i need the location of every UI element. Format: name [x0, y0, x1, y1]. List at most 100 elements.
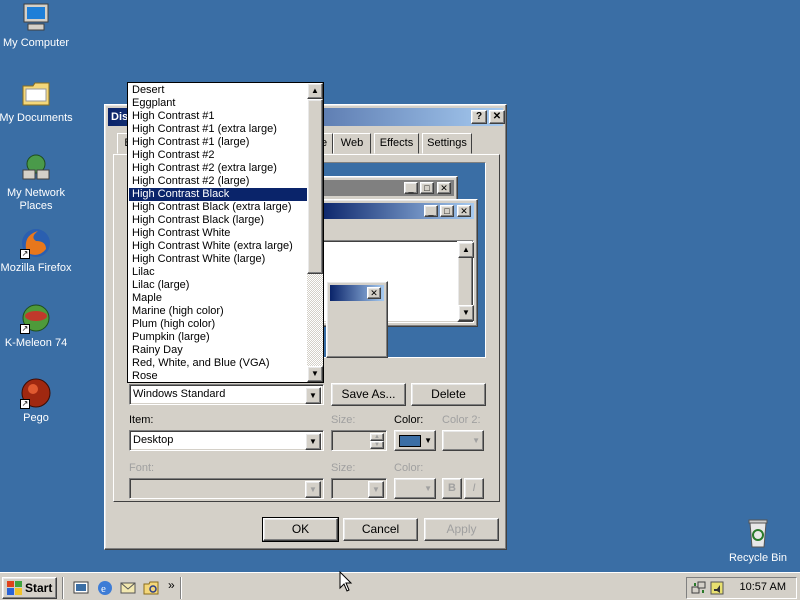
scheme-list-item[interactable]: Lilac: [129, 266, 308, 279]
desktop-icon-label: K-Meleon 74: [4, 337, 68, 349]
scheme-list-item[interactable]: High Contrast #1 (large): [129, 136, 308, 149]
scheme-list-item[interactable]: High Contrast Black (extra large): [129, 201, 308, 214]
scheme-list-item[interactable]: Marine (high color): [129, 305, 308, 318]
scheme-list-item[interactable]: Rose: [129, 370, 308, 382]
scroll-up-icon[interactable]: ▲: [307, 83, 323, 99]
item-size-spinner[interactable]: ▲ ▼: [331, 430, 387, 451]
desktop-icon-pego[interactable]: ↗ Pego: [0, 377, 74, 425]
shortcut-arrow-icon: ↗: [20, 249, 30, 259]
chevron-down-icon: ▼: [424, 436, 432, 445]
scheme-list-item[interactable]: Red, White, and Blue (VGA): [129, 357, 308, 370]
desktop-icon-k-meleon[interactable]: ↗ K-Meleon 74: [0, 302, 74, 350]
item-label: Item:: [129, 414, 154, 426]
font-color-button[interactable]: ▼: [394, 478, 436, 499]
windows-logo-icon: [7, 581, 22, 595]
scroll-up-icon: ▲: [458, 242, 474, 258]
clock[interactable]: 10:57 AM: [740, 581, 786, 593]
scheme-list-item[interactable]: High Contrast #1 (extra large): [129, 123, 308, 136]
scheme-list-item[interactable]: Maple: [129, 292, 308, 305]
delete-button[interactable]: Delete: [411, 383, 486, 406]
desktop-icon-label: Pego: [23, 412, 49, 424]
folder-icon: [20, 77, 52, 109]
color2-picker-button[interactable]: ▼: [442, 430, 484, 451]
desktop-icon-recycle-bin[interactable]: Recycle Bin: [720, 517, 796, 565]
desktop-icon-my-documents[interactable]: My Documents: [0, 77, 74, 125]
help-button[interactable]: ?: [471, 110, 487, 124]
chevron-down-icon[interactable]: ▼: [368, 481, 384, 498]
preview-scrollbar: ▲ ▼: [457, 241, 474, 322]
maximize-icon: □: [440, 205, 454, 217]
svg-text:e: e: [101, 583, 106, 595]
font-label: Font:: [129, 462, 155, 474]
ie-icon[interactable]: e: [96, 579, 114, 597]
mouse-cursor-icon: [339, 571, 353, 592]
color-label: Color:: [394, 414, 424, 426]
apply-button[interactable]: Apply: [424, 518, 499, 541]
scheme-list-item[interactable]: High Contrast Black: [129, 188, 308, 201]
close-button[interactable]: ✕: [489, 110, 505, 124]
desktop-icon-label: Recycle Bin: [728, 552, 788, 564]
item-dropdown[interactable]: Desktop ▼: [129, 430, 324, 451]
pego-icon: ↗: [20, 377, 52, 409]
shortcut-arrow-icon: ↗: [20, 399, 30, 409]
scheme-list-item[interactable]: High Contrast #1: [129, 110, 308, 123]
scheme-list-item[interactable]: High Contrast White (large): [129, 253, 308, 266]
desktop-icon-my-network-places[interactable]: My Network Places: [0, 152, 74, 213]
desktop-icon-label: My Network Places: [6, 187, 66, 212]
taskbar-separator: [180, 577, 182, 599]
scheme-list-item[interactable]: Pumpkin (large): [129, 331, 308, 344]
font-color-label: Color:: [394, 462, 424, 474]
desktop-icon-firefox[interactable]: ↗ Mozilla Firefox: [0, 227, 74, 275]
scheme-dropdown[interactable]: Windows Standard ▼: [129, 384, 324, 405]
scheme-list-item[interactable]: Desert: [129, 84, 308, 97]
chevron-down-icon[interactable]: ▼: [305, 387, 321, 404]
italic-button[interactable]: I: [464, 478, 484, 499]
scheme-list-item[interactable]: High Contrast #2 (large): [129, 175, 308, 188]
scheme-dropdown-list[interactable]: Desert Eggplant High Contrast #1 High Contr…: [127, 82, 324, 383]
system-tray: 10:57 AM: [686, 577, 797, 599]
scroll-down-icon: ▼: [458, 305, 474, 321]
font-size-dropdown[interactable]: ▼: [331, 478, 387, 499]
scheme-list-item[interactable]: High Contrast White: [129, 227, 308, 240]
explorer-icon[interactable]: [142, 579, 160, 597]
chevron-down-icon: ▼: [424, 484, 432, 493]
network-tray-icon[interactable]: [691, 580, 707, 596]
chevron-down-icon[interactable]: ▼: [305, 481, 321, 498]
tab-effects[interactable]: Effects: [374, 133, 419, 154]
scheme-list-item[interactable]: Eggplant: [129, 97, 308, 110]
show-desktop-icon[interactable]: [72, 579, 90, 597]
scheme-list-scrollbar[interactable]: ▲ ▼: [307, 83, 323, 382]
desktop-icon-my-computer[interactable]: My Computer: [0, 2, 74, 50]
preview-message-box: ✕: [326, 281, 388, 358]
color-swatch: [399, 435, 421, 447]
color-picker-button[interactable]: ▼: [394, 430, 436, 451]
scroll-thumb[interactable]: [307, 99, 323, 274]
close-icon: ✕: [437, 182, 451, 194]
desktop-icon-label: My Computer: [2, 37, 70, 49]
quicklaunch-chevron-icon[interactable]: »: [168, 578, 175, 592]
font-size-label: Size:: [331, 462, 356, 474]
ok-button[interactable]: OK: [262, 517, 339, 542]
cancel-button[interactable]: Cancel: [343, 518, 418, 541]
font-dropdown[interactable]: ▼: [129, 478, 324, 499]
outlook-icon[interactable]: [119, 579, 137, 597]
bold-button[interactable]: B: [442, 478, 462, 499]
scheme-list-item[interactable]: Rainy Day: [129, 344, 308, 357]
scheme-list-item[interactable]: High Contrast #2 (extra large): [129, 162, 308, 175]
save-as-button[interactable]: Save As...: [331, 383, 406, 406]
scheme-list-item[interactable]: Plum (high color): [129, 318, 308, 331]
scheme-list-item[interactable]: Lilac (large): [129, 279, 308, 292]
start-button[interactable]: Start: [2, 577, 57, 599]
color2-label: Color 2:: [442, 414, 481, 426]
scheme-list-item[interactable]: High Contrast #2: [129, 149, 308, 162]
tab-web[interactable]: Web: [333, 133, 371, 154]
scheme-list-item[interactable]: High Contrast Black (large): [129, 214, 308, 227]
desktop-icon-label: My Documents: [0, 112, 73, 124]
tab-settings[interactable]: Settings: [422, 133, 472, 154]
volume-icon[interactable]: [709, 580, 725, 596]
preview-inactive-window: _ □ ✕: [306, 176, 458, 201]
scheme-list-item[interactable]: High Contrast White (extra large): [129, 240, 308, 253]
scroll-down-icon[interactable]: ▼: [307, 366, 323, 382]
chevron-down-icon[interactable]: ▼: [305, 433, 321, 450]
spin-down-icon: ▼: [370, 441, 384, 449]
